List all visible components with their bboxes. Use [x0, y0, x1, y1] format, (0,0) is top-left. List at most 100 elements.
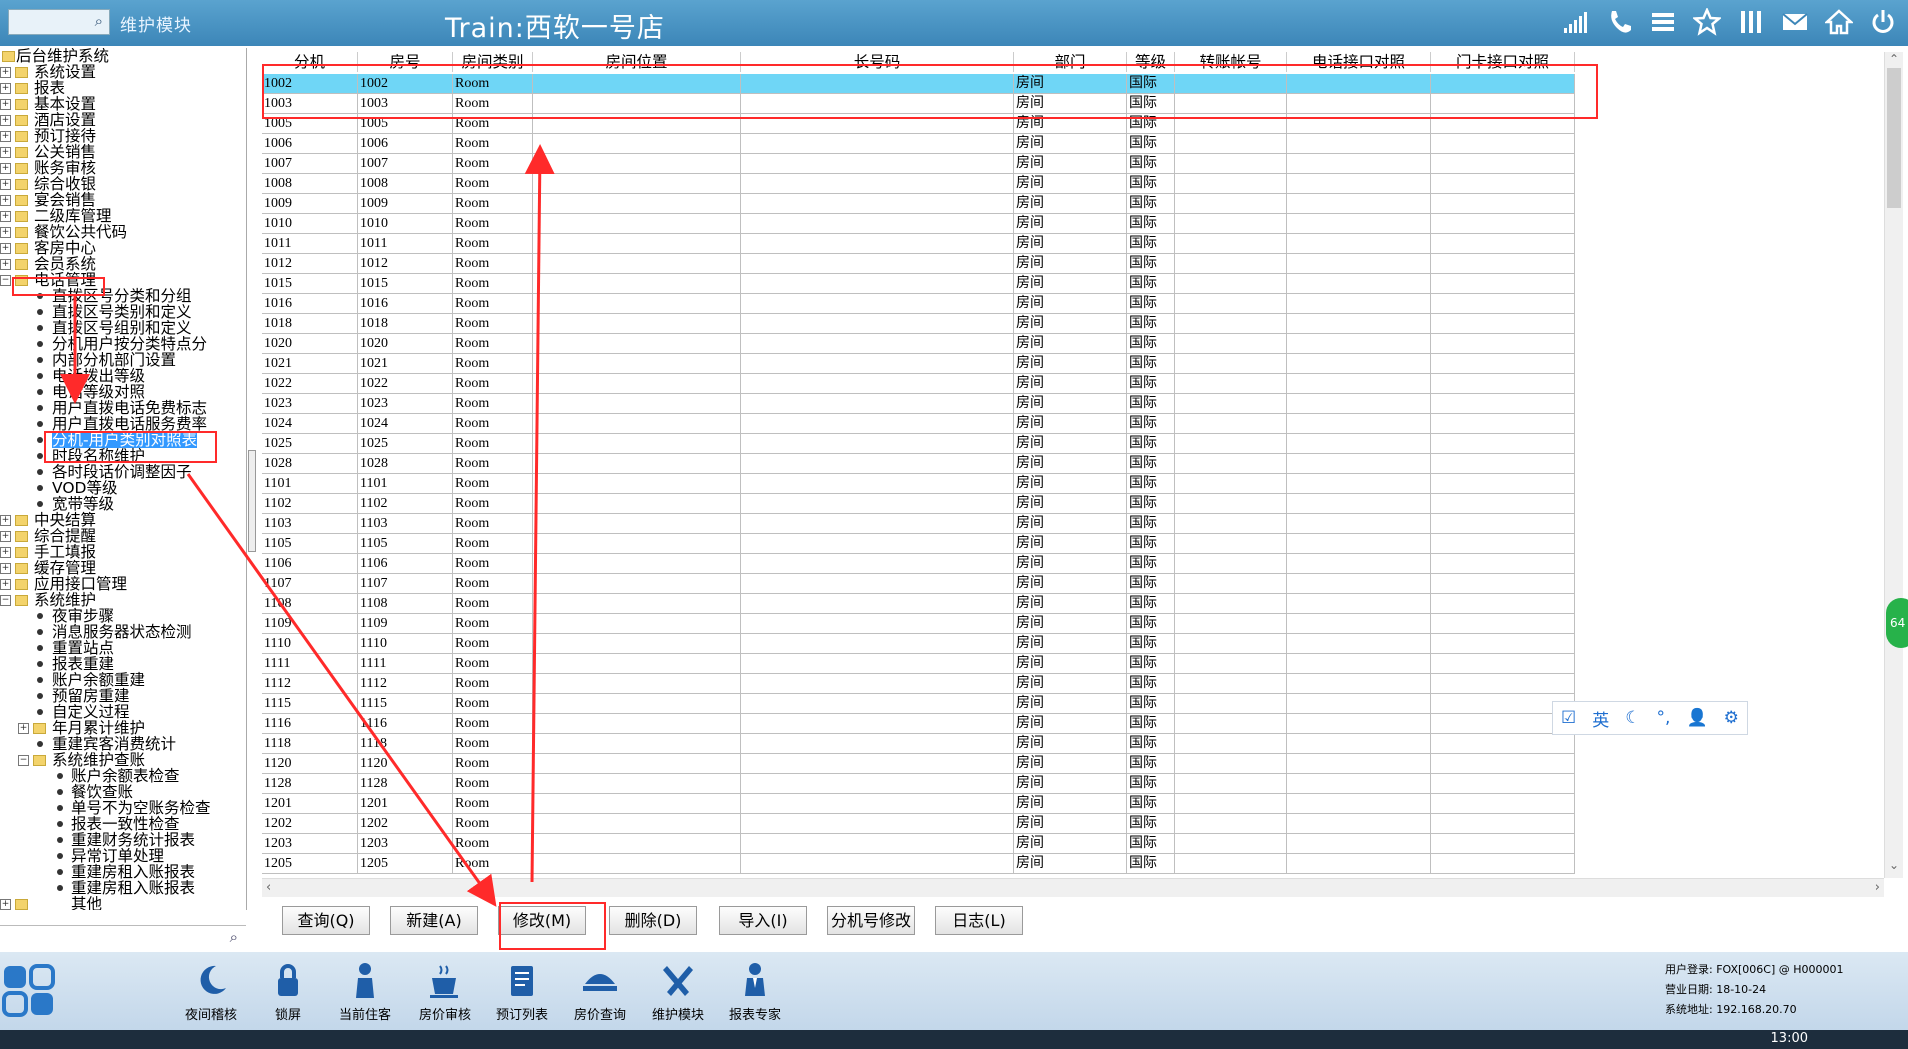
search-icon[interactable]: ⌕: [95, 12, 103, 30]
table-cell[interactable]: 1106: [262, 554, 358, 573]
import-button[interactable]: 导入(I): [719, 906, 807, 935]
table-cell[interactable]: [1175, 234, 1287, 253]
table-cell[interactable]: [1287, 494, 1431, 513]
table-cell[interactable]: 房间: [1014, 474, 1127, 493]
table-cell[interactable]: [1287, 774, 1431, 793]
table-cell[interactable]: 1008: [358, 174, 453, 193]
table-cell[interactable]: [1287, 74, 1431, 93]
table-cell[interactable]: [533, 654, 741, 673]
table-cell[interactable]: 国际: [1127, 554, 1175, 573]
tree-item[interactable]: + 账务审核: [0, 160, 244, 176]
table-row[interactable]: 1008 1008 Room 房间 国际: [262, 174, 1575, 194]
table-cell[interactable]: [1175, 414, 1287, 433]
table-cell[interactable]: [533, 514, 741, 533]
table-cell[interactable]: Room: [453, 734, 533, 753]
table-cell[interactable]: 房间: [1014, 74, 1127, 93]
table-cell[interactable]: 1203: [358, 834, 453, 853]
table-cell[interactable]: [1431, 154, 1575, 173]
table-cell[interactable]: [741, 814, 1014, 833]
table-cell[interactable]: [1431, 534, 1575, 553]
table-cell[interactable]: 1205: [358, 854, 453, 873]
table-cell[interactable]: 1102: [358, 494, 453, 513]
tree-item[interactable]: + 二级库管理: [0, 208, 244, 224]
table-cell[interactable]: [741, 394, 1014, 413]
table-cell[interactable]: 国际: [1127, 754, 1175, 773]
table-cell[interactable]: 房间: [1014, 94, 1127, 113]
dock-item[interactable]: 当前住客: [330, 960, 400, 1023]
table-cell[interactable]: Room: [453, 494, 533, 513]
table-cell[interactable]: 房间: [1014, 734, 1127, 753]
table-row[interactable]: 1002 1002 Room 房间 国际: [262, 74, 1575, 94]
table-cell[interactable]: [1287, 234, 1431, 253]
tree-item[interactable]: 异常订单处理: [0, 848, 244, 864]
table-cell[interactable]: [1287, 134, 1431, 153]
table-cell[interactable]: 房间: [1014, 354, 1127, 373]
table-cell[interactable]: [533, 354, 741, 373]
table-cell[interactable]: [533, 454, 741, 473]
table-cell[interactable]: [1175, 854, 1287, 873]
table-cell[interactable]: [741, 274, 1014, 293]
tree-item[interactable]: 重置站点: [0, 640, 244, 656]
table-cell[interactable]: [1287, 474, 1431, 493]
table-cell[interactable]: 国际: [1127, 114, 1175, 133]
table-cell[interactable]: [1431, 594, 1575, 613]
table-row[interactable]: 1012 1012 Room 房间 国际: [262, 254, 1575, 274]
table-row[interactable]: 1105 1105 Room 房间 国际: [262, 534, 1575, 554]
table-cell[interactable]: 房间: [1014, 834, 1127, 853]
table-cell[interactable]: 1105: [358, 534, 453, 553]
user-icon[interactable]: 👤: [1686, 708, 1707, 728]
power-icon[interactable]: [1868, 6, 1898, 38]
table-cell[interactable]: [1175, 794, 1287, 813]
table-cell[interactable]: [1175, 654, 1287, 673]
table-cell[interactable]: [533, 74, 741, 93]
table-cell[interactable]: Room: [453, 834, 533, 853]
table-cell[interactable]: 房间: [1014, 174, 1127, 193]
table-cell[interactable]: 房间: [1014, 414, 1127, 433]
table-cell[interactable]: [1431, 574, 1575, 593]
table-cell[interactable]: 国际: [1127, 614, 1175, 633]
table-cell[interactable]: [1287, 94, 1431, 113]
table-cell[interactable]: [1431, 834, 1575, 853]
tree-item[interactable]: + 年月累计维护: [0, 720, 244, 736]
table-cell[interactable]: [1287, 794, 1431, 813]
table-cell[interactable]: 1115: [358, 694, 453, 713]
scroll-left-icon[interactable]: ‹: [266, 880, 271, 895]
table-cell[interactable]: 1006: [262, 134, 358, 153]
table-cell[interactable]: [533, 714, 741, 733]
table-cell[interactable]: [1431, 254, 1575, 273]
table-cell[interactable]: [741, 694, 1014, 713]
table-cell[interactable]: [533, 334, 741, 353]
column-header[interactable]: 等级: [1127, 52, 1175, 72]
table-cell[interactable]: 1007: [358, 154, 453, 173]
table-cell[interactable]: 房间: [1014, 694, 1127, 713]
tree-item[interactable]: + 手工填报: [0, 544, 244, 560]
table-cell[interactable]: [1431, 134, 1575, 153]
table-cell[interactable]: [1287, 714, 1431, 733]
tree-search-input[interactable]: ⌕: [0, 925, 246, 948]
table-cell[interactable]: [1431, 394, 1575, 413]
table-cell[interactable]: 1020: [262, 334, 358, 353]
table-cell[interactable]: Room: [453, 394, 533, 413]
dock-item[interactable]: 报表专家: [720, 960, 790, 1023]
table-cell[interactable]: 1016: [358, 294, 453, 313]
module-search-input[interactable]: ⌕: [8, 9, 110, 35]
table-cell[interactable]: [1175, 754, 1287, 773]
table-cell[interactable]: [1287, 574, 1431, 593]
table-cell[interactable]: Room: [453, 774, 533, 793]
table-cell[interactable]: [1287, 414, 1431, 433]
tree-item[interactable]: + 综合收银: [0, 176, 244, 192]
table-cell[interactable]: [533, 94, 741, 113]
table-cell[interactable]: [741, 654, 1014, 673]
expand-icon[interactable]: +: [0, 99, 11, 110]
table-cell[interactable]: 国际: [1127, 434, 1175, 453]
table-cell[interactable]: Room: [453, 654, 533, 673]
table-cell[interactable]: 1120: [262, 754, 358, 773]
table-cell[interactable]: [1175, 834, 1287, 853]
table-cell[interactable]: 房间: [1014, 574, 1127, 593]
table-cell[interactable]: Room: [453, 134, 533, 153]
table-cell[interactable]: Room: [453, 694, 533, 713]
table-row[interactable]: 1118 1118 Room 房间 国际: [262, 734, 1575, 754]
table-cell[interactable]: 国际: [1127, 354, 1175, 373]
table-cell[interactable]: [741, 714, 1014, 733]
table-cell[interactable]: [1175, 534, 1287, 553]
